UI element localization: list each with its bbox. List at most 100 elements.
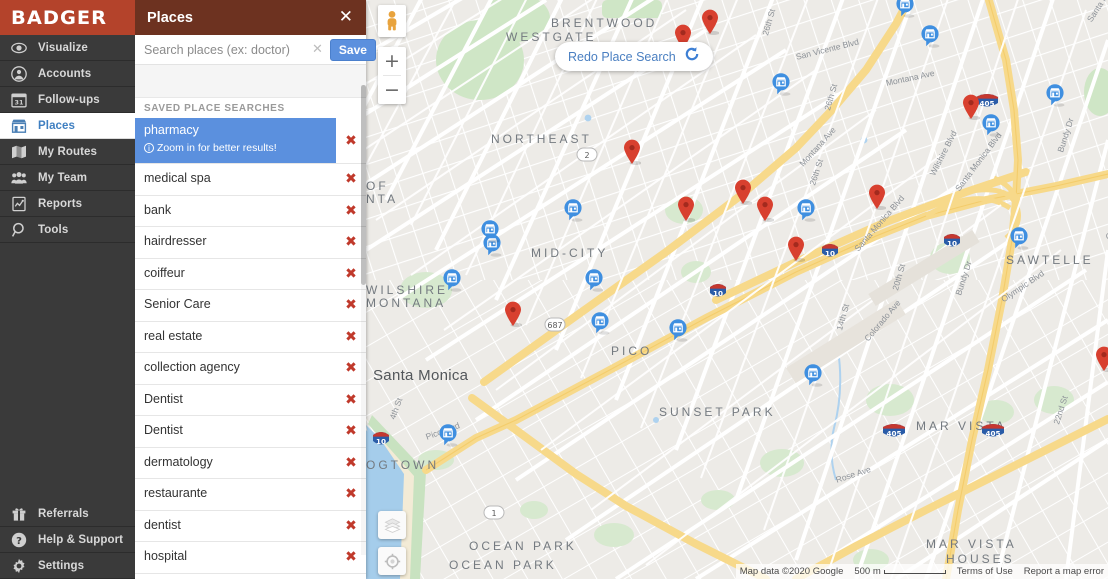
street-view-pegman[interactable] <box>378 5 406 37</box>
sidebar-item-tools[interactable]: Tools <box>0 217 135 243</box>
redo-place-search-button[interactable]: Redo Place Search <box>555 42 713 71</box>
saved-search-row[interactable]: restaurante ✖ <box>135 479 366 511</box>
saved-search-label: collection agency <box>144 361 240 375</box>
clear-search-icon[interactable]: ✕ <box>305 42 330 57</box>
saved-searches-list[interactable]: pharmacy i Zoom in for better results! ✖ med… <box>135 118 366 579</box>
sidebar-item-accounts[interactable]: Accounts <box>0 61 135 87</box>
saved-search-main[interactable]: dermatology <box>135 456 336 470</box>
saved-search-main[interactable]: coiffeur <box>135 267 336 281</box>
saved-search-row[interactable]: Dentist ✖ <box>135 416 366 448</box>
saved-search-main[interactable]: hospital <box>135 550 336 564</box>
magnifier-icon <box>11 222 27 238</box>
search-input[interactable] <box>144 42 305 57</box>
app-root: BADGER Visualize Accounts 31 Follow-ups <box>0 0 1108 579</box>
sidebar-item-visualize[interactable]: Visualize <box>0 35 135 61</box>
page-title: Places <box>147 9 193 26</box>
sidebar-item-my-team[interactable]: My Team <box>0 165 135 191</box>
brand-logo[interactable]: BADGER <box>0 0 135 35</box>
sidebar-nav-bottom: Referrals ? Help & Support Settings <box>0 501 135 579</box>
saved-search-label: restaurante <box>144 487 208 501</box>
saved-search-row[interactable]: dentist ✖ <box>135 510 366 542</box>
sidebar-item-label: Places <box>38 119 76 132</box>
info-icon: i <box>144 142 154 153</box>
saved-search-row[interactable]: collection agency ✖ <box>135 353 366 385</box>
map-layers-button[interactable] <box>378 511 406 539</box>
panel-scrollbar-thumb[interactable] <box>361 85 366 285</box>
report-map-error-link[interactable]: Report a map error <box>1024 566 1104 577</box>
redo-place-search-label: Redo Place Search <box>568 49 676 64</box>
question-circle-icon: ? <box>11 532 27 548</box>
sidebar-item-places[interactable]: Places <box>0 113 135 139</box>
saved-search-main[interactable]: real estate <box>135 330 336 344</box>
saved-search-label: dentist <box>144 518 181 532</box>
sidebar-nav-top: Visualize Accounts 31 Follow-ups Places <box>0 35 135 243</box>
saved-search-row[interactable]: hospital ✖ <box>135 542 366 574</box>
saved-search-row[interactable]: medical spa ✖ <box>135 164 366 196</box>
zoom-controls: + − <box>378 47 406 104</box>
layers-icon <box>383 517 401 533</box>
saved-search-row[interactable]: dermatology ✖ <box>135 447 366 479</box>
places-panel: Places ✕ ✕ Save SAVED PLACE SEARCHES pha… <box>135 0 376 579</box>
panel-scrollbar[interactable] <box>361 85 366 555</box>
saved-search-row[interactable]: coiffeur ✖ <box>135 258 366 290</box>
saved-searches-heading: SAVED PLACE SEARCHES <box>135 98 366 118</box>
saved-search-main[interactable]: collection agency <box>135 361 336 375</box>
sidebar-item-help-support[interactable]: ? Help & Support <box>0 527 135 553</box>
saved-search-main[interactable]: dentist <box>135 519 336 533</box>
map-locate-button[interactable] <box>378 547 406 575</box>
saved-search-label: hairdresser <box>144 235 207 249</box>
pegman-icon <box>387 11 397 31</box>
save-button[interactable]: Save <box>329 38 376 61</box>
sidebar-item-label: Follow-ups <box>38 93 100 106</box>
saved-search-label: Dentist <box>144 424 183 438</box>
saved-search-label: coiffeur <box>144 266 185 280</box>
saved-search-row[interactable]: pharmacy i Zoom in for better results! ✖ <box>135 118 366 164</box>
saved-search-main[interactable]: Dentist <box>135 393 336 407</box>
brand-logo-text: BADGER <box>11 6 108 29</box>
saved-search-row[interactable]: Dentist ✖ <box>135 384 366 416</box>
saved-search-label: dermatology <box>144 455 213 469</box>
calendar-31-icon: 31 <box>11 92 27 108</box>
saved-search-label: hospital <box>144 550 188 564</box>
saved-search-main[interactable]: restaurante <box>135 487 336 501</box>
saved-search-label: bank <box>144 203 172 217</box>
sidebar-item-follow-ups[interactable]: 31 Follow-ups <box>0 87 135 113</box>
saved-search-main[interactable]: Dentist <box>135 424 336 438</box>
saved-search-label: pharmacy <box>144 124 199 137</box>
map-canvas[interactable]: + − Redo Place Search San Vicente Blvd 2… <box>366 0 1108 579</box>
map-scale-bar: 500 m <box>854 566 946 577</box>
saved-search-main[interactable]: hairdresser <box>135 235 336 249</box>
svg-text:31: 31 <box>15 98 24 106</box>
places-panel-header: Places ✕ <box>135 0 366 35</box>
terms-of-use-link[interactable]: Terms of Use <box>957 566 1013 577</box>
sidebar-item-label: Settings <box>38 559 85 572</box>
sidebar-item-label: Referrals <box>38 507 89 520</box>
saved-search-main[interactable]: medical spa <box>135 172 336 186</box>
close-icon[interactable]: ✕ <box>335 7 357 28</box>
sidebar-item-settings[interactable]: Settings <box>0 553 135 579</box>
saved-search-row[interactable]: bank ✖ <box>135 195 366 227</box>
chart-document-icon <box>11 196 27 212</box>
saved-search-main[interactable]: bank <box>135 204 336 218</box>
saved-search-label: Dentist <box>144 392 183 406</box>
saved-search-row[interactable]: Senior Care ✖ <box>135 290 366 322</box>
map-scale-line <box>883 569 946 574</box>
map-data-credit: Map data ©2020 Google <box>739 566 844 577</box>
map-folded-icon <box>11 144 27 160</box>
saved-search-row[interactable]: hairdresser ✖ <box>135 227 366 259</box>
saved-search-main[interactable]: pharmacy i Zoom in for better results! <box>135 118 336 154</box>
sidebar-item-label: My Routes <box>38 145 98 158</box>
sidebar-item-my-routes[interactable]: My Routes <box>0 139 135 165</box>
sidebar-item-referrals[interactable]: Referrals <box>0 501 135 527</box>
person-circle-icon <box>11 65 27 82</box>
map-attribution-bar: Map data ©2020 Google 500 m Terms of Use… <box>735 564 1108 579</box>
saved-search-row[interactable]: real estate ✖ <box>135 321 366 353</box>
gift-icon <box>11 506 27 522</box>
zoom-out-button[interactable]: − <box>378 76 406 104</box>
sidebar-item-reports[interactable]: Reports <box>0 191 135 217</box>
panel-spacer <box>135 65 366 98</box>
saved-search-main[interactable]: Senior Care <box>135 298 336 312</box>
storefront-icon <box>11 118 27 134</box>
zoom-in-button[interactable]: + <box>378 47 406 75</box>
svg-text:?: ? <box>16 535 22 546</box>
